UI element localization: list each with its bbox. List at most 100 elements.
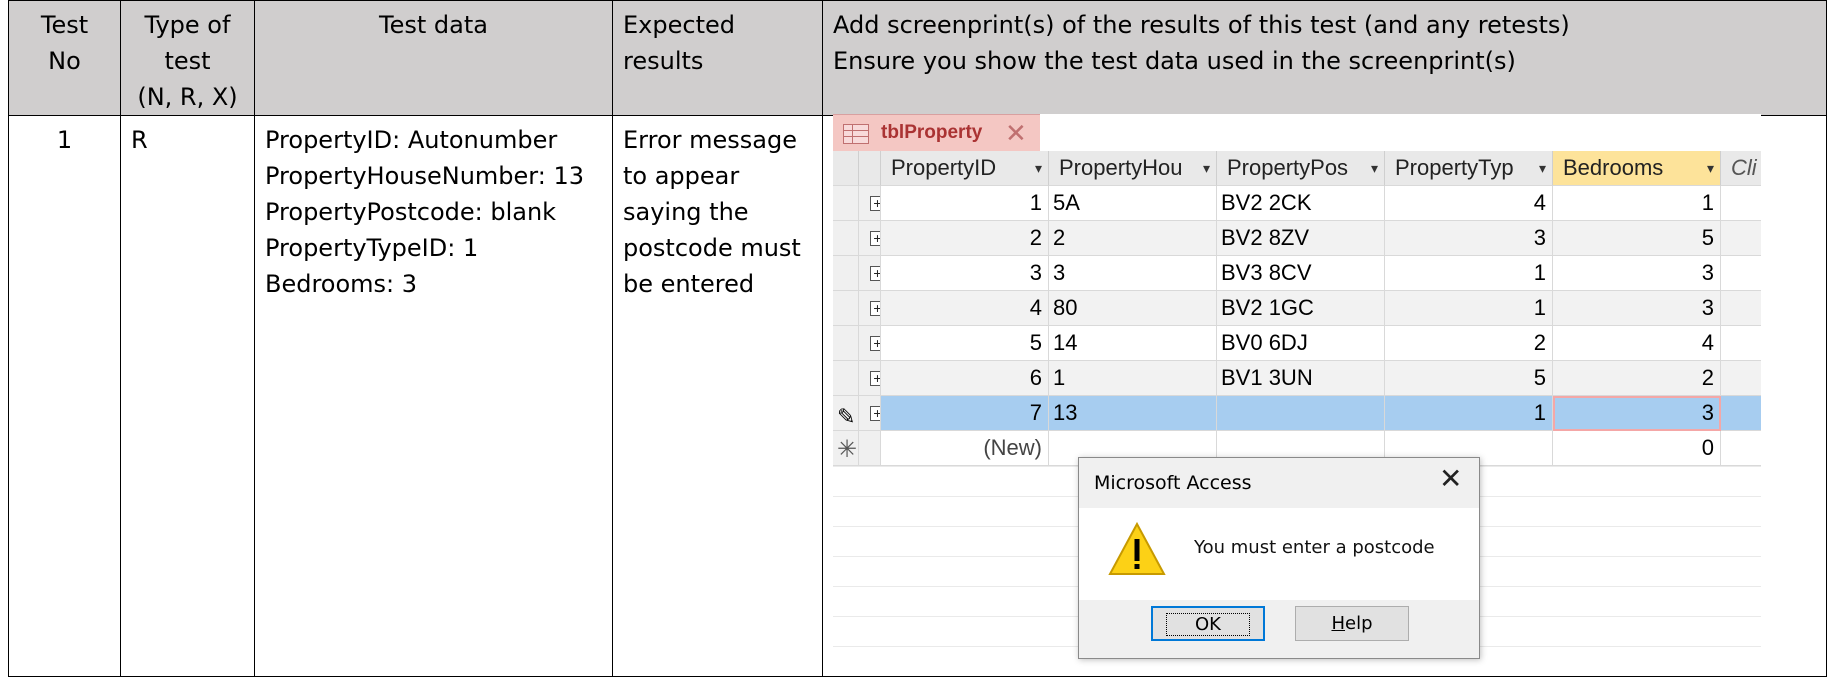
record-selector[interactable] [833, 221, 859, 256]
plus-icon[interactable]: + [870, 336, 880, 351]
cell-propertypostcode[interactable]: BV2 2CK [1217, 186, 1385, 221]
expand-cell [859, 431, 881, 466]
record-selector[interactable] [833, 256, 859, 291]
cell-cli[interactable] [1721, 221, 1761, 256]
plus-icon[interactable]: + [870, 266, 880, 281]
record-selector[interactable] [833, 291, 859, 326]
cell-propertytype[interactable]: 4 [1385, 186, 1553, 221]
warning-icon [1108, 521, 1166, 575]
cell-propertyid[interactable]: 3 [881, 256, 1049, 291]
expand-cell: + [859, 396, 881, 431]
cell-cli[interactable] [1721, 186, 1761, 221]
header-expected-results: Expected results [612, 0, 823, 116]
cell-propertyid[interactable]: 7 [881, 396, 1049, 431]
plus-icon[interactable]: + [870, 196, 880, 211]
cell-bedrooms[interactable]: 5 [1553, 221, 1721, 256]
cell-propertyhouse[interactable]: 5A [1049, 186, 1217, 221]
dropdown-arrow-icon[interactable]: ▾ [1203, 151, 1210, 185]
cell-propertytype[interactable]: 2 [1385, 326, 1553, 361]
record-selector[interactable]: ✎ [833, 396, 859, 431]
cell-propertyid[interactable]: 6 [881, 361, 1049, 396]
cell-propertyid[interactable]: 4 [881, 291, 1049, 326]
cell-propertytype[interactable]: 1 [1385, 396, 1553, 431]
cell-propertypostcode[interactable]: BV0 6DJ [1217, 326, 1385, 361]
dropdown-arrow-icon[interactable]: ▾ [1539, 151, 1546, 185]
tab-label: tblProperty [881, 122, 983, 143]
cell-propertyid[interactable]: 1 [881, 186, 1049, 221]
expand-cell: + [859, 326, 881, 361]
cell-cli[interactable] [1721, 256, 1761, 291]
cell-propertyid[interactable]: (New) [881, 431, 1049, 466]
cell-cli[interactable] [1721, 431, 1761, 466]
cell-test-no: 1 [8, 115, 121, 677]
cell-type: R [120, 115, 255, 677]
table-row[interactable]: +3 3 BV3 8CV 1 3 [833, 256, 1761, 291]
cell-propertytype[interactable]: 3 [1385, 221, 1553, 256]
dialog-body: You must enter a postcode [1079, 508, 1479, 600]
column-header-propertytype[interactable]: PropertyTyp ▾ [1385, 151, 1553, 186]
ok-button[interactable]: OK [1151, 606, 1265, 641]
tab-tblproperty[interactable]: tblProperty ✕ [833, 114, 1040, 152]
datasheet-header: PropertyID ▾ PropertyHou ▾ PropertyPos ▾ Pr… [833, 151, 1761, 186]
column-header-bedrooms[interactable]: Bedrooms ▾ [1553, 151, 1721, 186]
cell-bedrooms[interactable]: 3 [1553, 396, 1721, 431]
cell-propertytype[interactable]: 1 [1385, 256, 1553, 291]
help-button[interactable]: Help [1295, 606, 1409, 641]
plus-icon[interactable]: + [870, 371, 880, 386]
record-selector[interactable] [833, 186, 859, 221]
table-row[interactable]: +2 2 BV2 8ZV 3 5 [833, 221, 1761, 256]
close-icon[interactable]: ✕ [1005, 118, 1027, 148]
table-row[interactable]: +5 14 BV0 6DJ 2 4 [833, 326, 1761, 361]
cell-bedrooms[interactable]: 0 [1553, 431, 1721, 466]
cell-propertyhouse[interactable]: 13 [1049, 396, 1217, 431]
cell-propertyid[interactable]: 5 [881, 326, 1049, 361]
cell-propertypostcode[interactable]: BV2 8ZV [1217, 221, 1385, 256]
expand-cell: + [859, 221, 881, 256]
cell-cli[interactable] [1721, 326, 1761, 361]
table-row[interactable]: +6 1 BV1 3UN 5 2 [833, 361, 1761, 396]
cell-propertypostcode[interactable] [1217, 396, 1385, 431]
cell-propertyhouse[interactable]: 14 [1049, 326, 1217, 361]
asterisk-icon: ✳ [837, 436, 858, 463]
cell-propertyhouse[interactable]: 1 [1049, 361, 1217, 396]
cell-bedrooms[interactable]: 1 [1553, 186, 1721, 221]
cell-cli[interactable] [1721, 291, 1761, 326]
tab-bar: tblProperty ✕ [833, 114, 1761, 152]
select-all-corner[interactable] [833, 151, 859, 186]
column-header-propertyid[interactable]: PropertyID ▾ [881, 151, 1049, 186]
table-row[interactable]: +1 5A BV2 2CK 4 1 [833, 186, 1761, 221]
cell-cli[interactable] [1721, 396, 1761, 431]
cell-bedrooms[interactable]: 3 [1553, 291, 1721, 326]
plus-icon[interactable]: + [870, 231, 880, 246]
cell-propertyhouse[interactable]: 2 [1049, 221, 1217, 256]
column-header-propertyhouse[interactable]: PropertyHou ▾ [1049, 151, 1217, 186]
cell-cli[interactable] [1721, 361, 1761, 396]
cell-bedrooms[interactable]: 2 [1553, 361, 1721, 396]
cell-propertytype[interactable]: 5 [1385, 361, 1553, 396]
cell-propertypostcode[interactable]: BV3 8CV [1217, 256, 1385, 291]
cell-propertypostcode[interactable]: BV1 3UN [1217, 361, 1385, 396]
dropdown-arrow-icon[interactable]: ▾ [1035, 151, 1042, 185]
cell-propertypostcode[interactable]: BV2 1GC [1217, 291, 1385, 326]
cell-propertyhouse[interactable]: 80 [1049, 291, 1217, 326]
header-screenprint: Add screenprint(s) of the results of thi… [822, 0, 1827, 116]
cell-propertytype[interactable]: 1 [1385, 291, 1553, 326]
table-row[interactable]: +4 80 BV2 1GC 1 3 [833, 291, 1761, 326]
table-row[interactable]: ✎ +7 13 1 3 [833, 396, 1761, 431]
record-selector[interactable] [833, 326, 859, 361]
column-header-cli[interactable]: Cli [1721, 151, 1761, 186]
column-header-propertypostcode[interactable]: PropertyPos ▾ [1217, 151, 1385, 186]
dropdown-arrow-icon[interactable]: ▾ [1371, 151, 1378, 185]
cell-bedrooms[interactable]: 4 [1553, 326, 1721, 361]
plus-icon[interactable]: + [870, 301, 880, 316]
cell-propertyid[interactable]: 2 [881, 221, 1049, 256]
cell-bedrooms[interactable]: 3 [1553, 256, 1721, 291]
cell-expected: Error message to appear saying the postc… [612, 115, 823, 677]
record-selector[interactable]: ✳ [833, 431, 859, 466]
cell-propertyhouse[interactable]: 3 [1049, 256, 1217, 291]
dropdown-arrow-icon[interactable]: ▾ [1707, 151, 1714, 185]
header-test-data: Test data [254, 0, 613, 116]
record-selector[interactable] [833, 361, 859, 396]
plus-icon[interactable]: + [870, 406, 880, 421]
close-icon[interactable]: ✕ [1439, 464, 1462, 494]
